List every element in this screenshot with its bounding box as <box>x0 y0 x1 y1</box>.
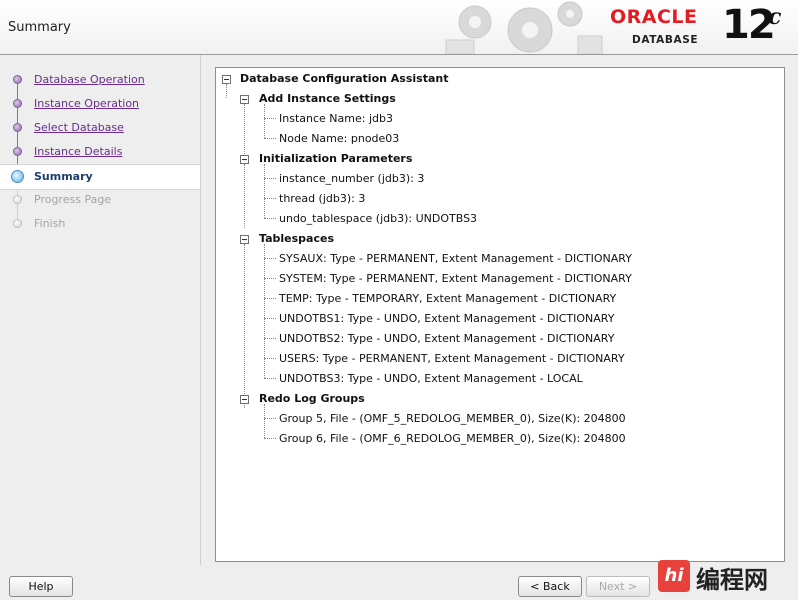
tree-connector <box>264 278 276 279</box>
site-watermark: hi 编程网 <box>658 556 798 600</box>
step-current-icon <box>11 170 24 183</box>
steps-sidebar: Database Operation Instance Operation Se… <box>0 55 200 565</box>
tree-leaf[interactable]: Node Name: pnode03 <box>279 132 399 145</box>
tree-connector <box>264 404 265 438</box>
tree-connector <box>264 318 276 319</box>
collapse-toggle-icon[interactable] <box>240 95 249 104</box>
step-done-icon <box>13 147 22 156</box>
tree-section-tablespaces[interactable]: Tablespaces <box>259 232 334 245</box>
tree-connector <box>226 84 227 98</box>
tree-connector <box>264 178 276 179</box>
tree-leaf[interactable]: SYSAUX: Type - PERMANENT, Extent Managem… <box>279 252 632 265</box>
collapse-toggle-icon[interactable] <box>222 75 231 84</box>
tree-section-add-instance-settings[interactable]: Add Instance Settings <box>259 92 396 105</box>
tree-leaf[interactable]: TEMP: Type - TEMPORARY, Extent Managemen… <box>279 292 616 305</box>
tree-connector <box>264 118 276 119</box>
step-label[interactable]: Instance Details <box>34 145 122 158</box>
tree-connector <box>244 164 245 228</box>
tree-leaf[interactable]: UNDOTBS3: Type - UNDO, Extent Management… <box>279 372 583 385</box>
step-pending-icon <box>13 195 22 204</box>
tree-connector <box>264 378 276 379</box>
step-instance-details[interactable]: Instance Details <box>0 140 200 164</box>
step-done-icon <box>13 123 22 132</box>
step-database-operation[interactable]: Database Operation <box>0 68 200 92</box>
step-summary: Summary <box>0 164 200 190</box>
sidebar-divider <box>200 55 201 565</box>
version-suffix: c <box>768 4 782 30</box>
help-button[interactable]: Help <box>9 576 73 597</box>
version-number: 12 <box>722 2 776 48</box>
tree-leaf[interactable]: UNDOTBS2: Type - UNDO, Extent Management… <box>279 332 614 345</box>
watermark-logo: hi <box>658 560 690 592</box>
gears-graphic-icon <box>445 1 603 54</box>
step-instance-operation[interactable]: Instance Operation <box>0 92 200 116</box>
tree-leaf[interactable]: Group 5, File - (OMF_5_REDOLOG_MEMBER_0)… <box>279 412 626 425</box>
step-select-database[interactable]: Select Database <box>0 116 200 140</box>
tree-leaf[interactable]: Group 6, File - (OMF_6_REDOLOG_MEMBER_0)… <box>279 432 626 445</box>
collapse-toggle-icon[interactable] <box>240 395 249 404</box>
tree-leaf[interactable]: UNDOTBS1: Type - UNDO, Extent Management… <box>279 312 614 325</box>
summary-tree-panel[interactable]: Database Configuration Assistant Add Ins… <box>215 67 785 562</box>
tree-leaf[interactable]: undo_tablespace (jdb3): UNDOTBS3 <box>279 212 477 225</box>
step-pending-icon <box>13 219 22 228</box>
oracle-logo-subtext: DATABASE <box>632 34 699 46</box>
step-progress-page: Progress Page <box>0 188 200 212</box>
tree-connector <box>264 104 265 138</box>
step-label[interactable]: Instance Operation <box>34 97 139 110</box>
tree-leaf[interactable]: USERS: Type - PERMANENT, Extent Manageme… <box>279 352 625 365</box>
step-label: Summary <box>34 170 93 183</box>
watermark-text: 编程网 <box>696 566 768 594</box>
oracle-logo: ORACLE <box>610 6 698 28</box>
collapse-toggle-icon[interactable] <box>240 235 249 244</box>
step-label[interactable]: Database Operation <box>34 73 145 86</box>
tree-connector <box>264 438 276 439</box>
tree-connector <box>264 198 276 199</box>
tree-connector <box>264 218 276 219</box>
step-label: Progress Page <box>34 193 112 206</box>
tree-section-initialization-parameters[interactable]: Initialization Parameters <box>259 152 412 165</box>
tree-connector <box>264 338 276 339</box>
back-button[interactable]: < Back <box>518 576 582 597</box>
page-title: Summary <box>8 20 71 35</box>
step-done-icon <box>13 99 22 108</box>
tree-connector <box>244 244 245 408</box>
collapse-toggle-icon[interactable] <box>240 155 249 164</box>
tree-connector <box>264 358 276 359</box>
step-label[interactable]: Select Database <box>34 121 124 134</box>
tree-connector <box>264 164 265 218</box>
tree-root-node[interactable]: Database Configuration Assistant <box>240 72 448 85</box>
step-label: Finish <box>34 217 66 230</box>
step-done-icon <box>13 75 22 84</box>
tree-connector <box>264 418 276 419</box>
next-button[interactable]: Next > <box>586 576 650 597</box>
tree-leaf[interactable]: thread (jdb3): 3 <box>279 192 365 205</box>
header-bar: Summary ORACLE DATABASE 12 c <box>0 0 798 55</box>
tree-leaf[interactable]: instance_number (jdb3): 3 <box>279 172 424 185</box>
tree-leaf[interactable]: Instance Name: jdb3 <box>279 112 393 125</box>
step-finish: Finish <box>0 212 200 236</box>
tree-leaf[interactable]: SYSTEM: Type - PERMANENT, Extent Managem… <box>279 272 632 285</box>
tree-connector <box>264 138 276 139</box>
tree-connector <box>264 258 276 259</box>
tree-connector <box>264 298 276 299</box>
tree-section-redo-log-groups[interactable]: Redo Log Groups <box>259 392 365 405</box>
